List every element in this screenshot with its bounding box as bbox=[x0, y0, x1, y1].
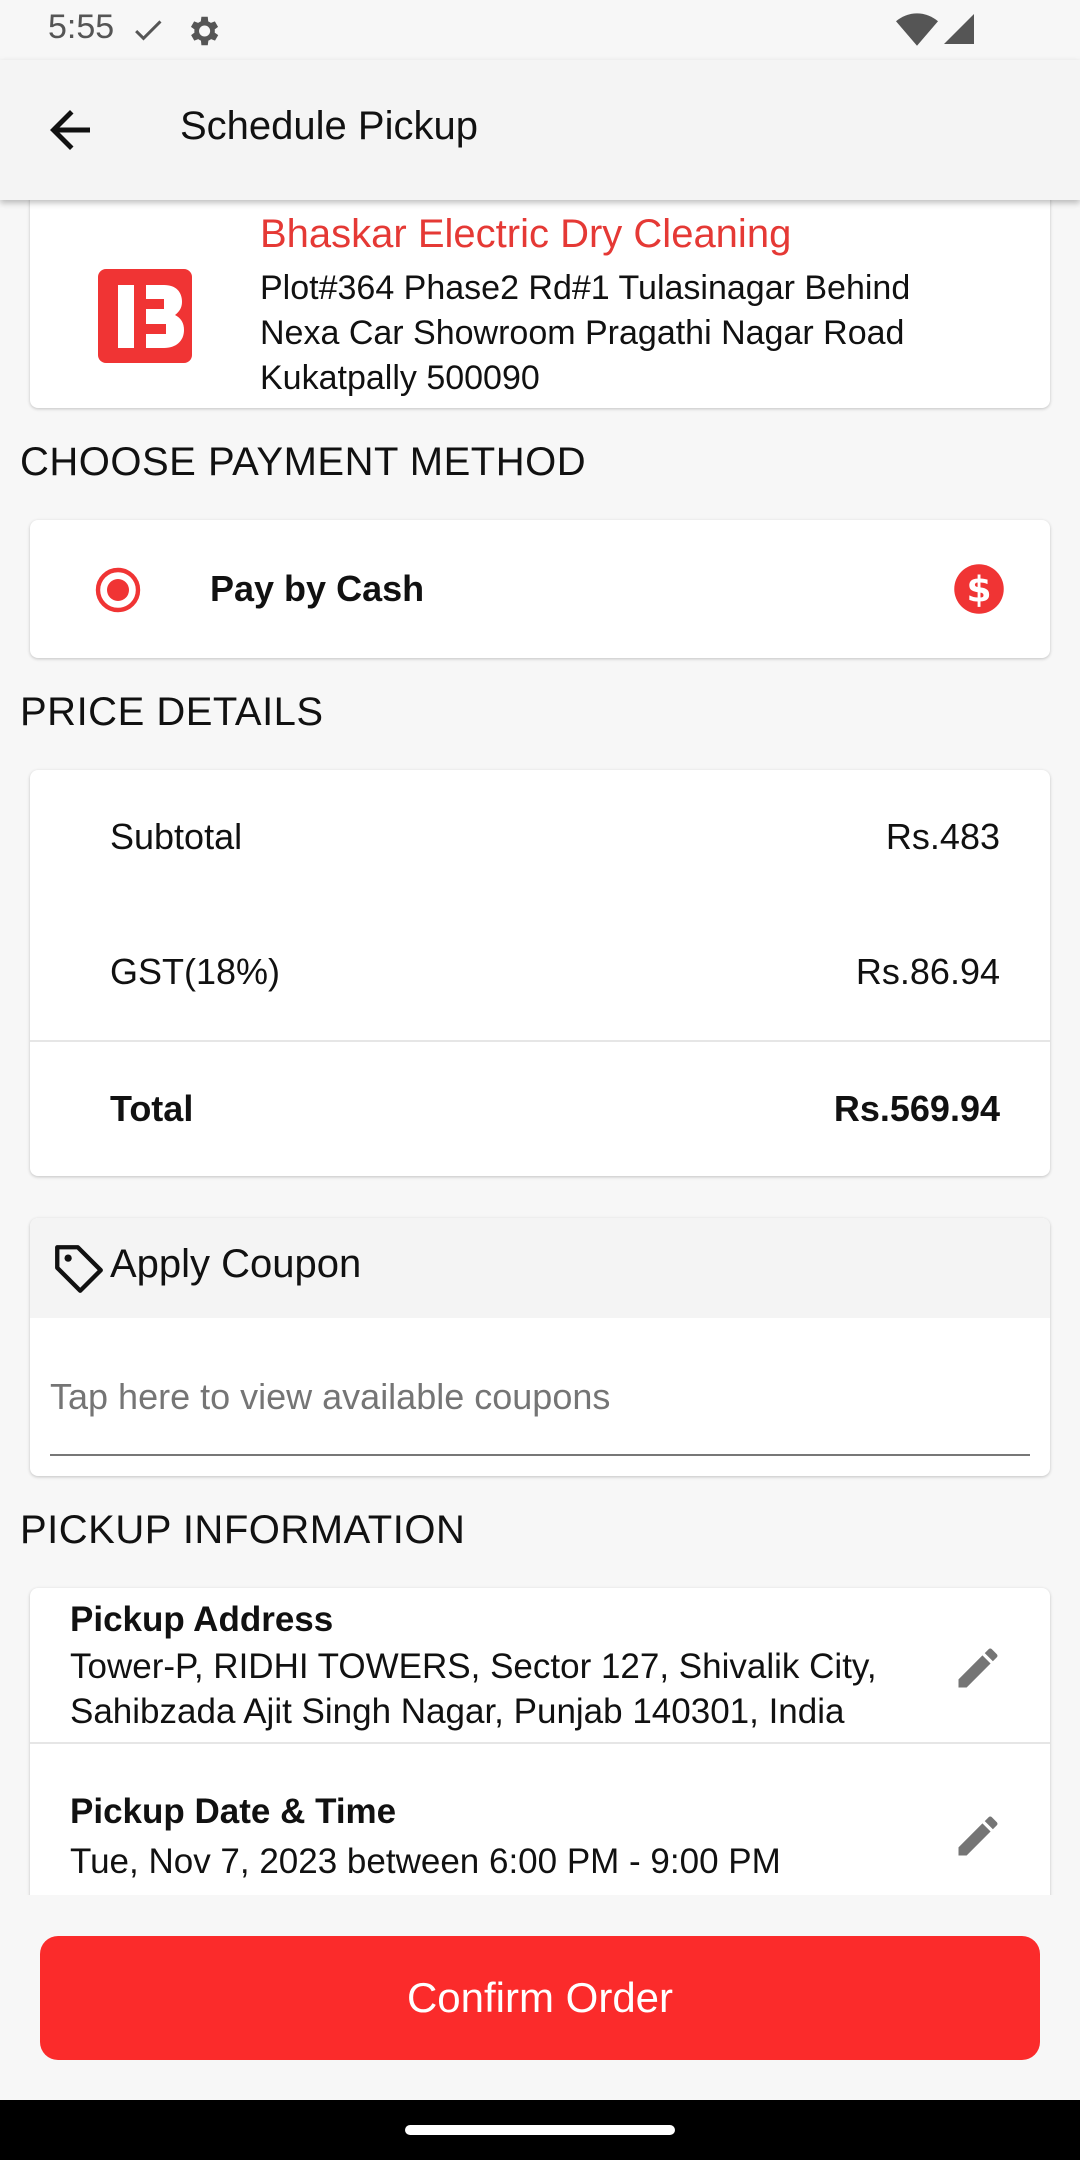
pay-by-cash-option[interactable]: Pay by Cash $ bbox=[30, 520, 1050, 658]
payment-option-label: Pay by Cash bbox=[210, 568, 425, 609]
home-gesture-bar[interactable] bbox=[405, 2125, 675, 2135]
store-name: Bhaskar Electric Dry Cleaning bbox=[260, 212, 792, 256]
store-address: Plot#364 Phase2 Rd#1 Tulasinagar Behind … bbox=[260, 266, 910, 401]
status-time: 5:55 bbox=[48, 8, 115, 46]
coupon-card[interactable]: Apply Coupon Tap here to view available … bbox=[30, 1218, 1050, 1476]
pickup-section-title: PICKUP INFORMATION bbox=[20, 1508, 466, 1552]
store-logo-icon bbox=[98, 269, 192, 363]
divider bbox=[30, 1742, 1050, 1744]
tag-icon bbox=[55, 1245, 103, 1293]
svg-text:$: $ bbox=[966, 569, 991, 610]
app-bar: Schedule Pickup bbox=[0, 60, 1080, 200]
subtotal-label: Subtotal bbox=[110, 816, 243, 857]
coupon-underline bbox=[50, 1454, 1030, 1456]
pickup-datetime-label: Pickup Date & Time bbox=[70, 1792, 397, 1831]
price-details-card: Subtotal Rs.483 GST(18%) Rs.86.94 Total … bbox=[30, 770, 1050, 1176]
gst-value: Rs.86.94 bbox=[855, 951, 1000, 992]
divider bbox=[30, 1040, 1050, 1042]
store-address-line: Nexa Car Showroom Pragathi Nagar Road bbox=[260, 314, 905, 352]
page-title: Schedule Pickup bbox=[180, 104, 478, 148]
payment-section-title: CHOOSE PAYMENT METHOD bbox=[20, 440, 587, 484]
pickup-address: Tower-P, RIDHI TOWERS, Sector 127, Shiva… bbox=[70, 1644, 877, 1734]
radio-selected-icon[interactable] bbox=[94, 566, 142, 614]
coupon-header: Apply Coupon bbox=[30, 1218, 1050, 1318]
store-address-line: Plot#364 Phase2 Rd#1 Tulasinagar Behind bbox=[260, 269, 911, 307]
pickup-datetime-value: Tue, Nov 7, 2023 between 6:00 PM - 9:00 … bbox=[70, 1842, 781, 1881]
wifi-icon bbox=[896, 13, 938, 46]
check-icon bbox=[135, 20, 162, 41]
coupon-title: Apply Coupon bbox=[110, 1242, 362, 1286]
settings-icon bbox=[190, 16, 219, 46]
edit-icon[interactable] bbox=[952, 1810, 1004, 1862]
back-arrow-icon[interactable] bbox=[40, 100, 100, 160]
price-section-title: PRICE DETAILS bbox=[20, 690, 324, 734]
subtotal-value: Rs.483 bbox=[885, 816, 1000, 857]
pickup-address-label: Pickup Address bbox=[70, 1600, 334, 1639]
confirm-order-button[interactable]: Confirm Order bbox=[40, 1936, 1040, 2060]
pickup-info-card: Pickup Address Tower-P, RIDHI TOWERS, Se… bbox=[30, 1588, 1050, 1948]
store-card: Bhaskar Electric Dry Cleaning Plot#364 P… bbox=[30, 190, 1050, 408]
total-value: Rs.569.94 bbox=[833, 1088, 1000, 1129]
signal-icon bbox=[944, 14, 974, 44]
pickup-address-line: Sahibzada Ajit Singh Nagar, Punjab 14030… bbox=[70, 1692, 845, 1731]
gst-label: GST(18%) bbox=[110, 951, 281, 992]
coupon-input[interactable]: Tap here to view available coupons bbox=[50, 1376, 610, 1418]
total-label: Total bbox=[110, 1088, 194, 1129]
edit-icon[interactable] bbox=[952, 1642, 1004, 1694]
pickup-address-line: Tower-P, RIDHI TOWERS, Sector 127, Shiva… bbox=[70, 1647, 877, 1686]
status-bar: 5:55 bbox=[0, 0, 1080, 60]
dollar-icon: $ bbox=[954, 564, 1004, 614]
store-address-line: Kukatpally 500090 bbox=[260, 359, 540, 397]
